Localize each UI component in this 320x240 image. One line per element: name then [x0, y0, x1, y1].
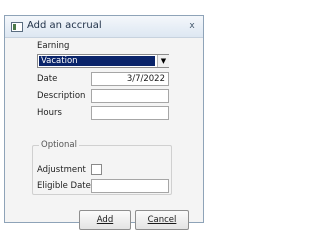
dialog-title: Add an accrual — [27, 20, 102, 31]
hours-label: Hours — [37, 108, 62, 118]
add-button[interactable]: Add — [79, 210, 131, 230]
date-field[interactable]: 3/7/2022 — [91, 72, 169, 86]
close-icon[interactable]: x — [185, 19, 199, 33]
dialog-body: Earning Vacation ▼ Date 3/7/2022 Descrip… — [5, 38, 203, 230]
title-bar[interactable]: Add an accrual x — [5, 16, 203, 38]
description-field[interactable] — [91, 89, 169, 103]
chevron-down-icon[interactable]: ▼ — [157, 55, 169, 67]
optional-group-title: Optional — [39, 140, 79, 150]
eligible-date-field[interactable] — [91, 179, 169, 193]
app-icon-accent — [13, 24, 16, 30]
earning-select[interactable]: Vacation ▼ — [37, 54, 169, 68]
earning-label: Earning — [37, 41, 70, 51]
add-accrual-dialog: Add an accrual x Earning Vacation ▼ Date… — [4, 15, 204, 230]
date-label: Date — [37, 74, 58, 84]
eligible-date-label: Eligible Date — [37, 181, 91, 191]
hours-field[interactable] — [91, 106, 169, 120]
adjustment-checkbox[interactable] — [91, 164, 102, 175]
description-label: Description — [37, 91, 86, 101]
earning-selected-value: Vacation — [39, 56, 155, 66]
cancel-button[interactable]: Cancel — [135, 210, 189, 230]
app-window-icon — [11, 22, 23, 32]
adjustment-label: Adjustment — [37, 165, 86, 175]
